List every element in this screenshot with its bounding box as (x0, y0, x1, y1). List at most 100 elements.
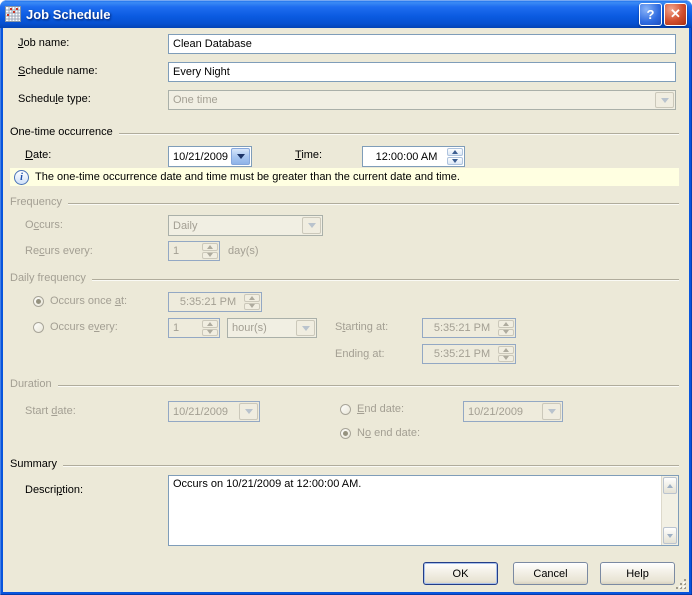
ending-at-spinner: 5:35:21 PM (422, 344, 516, 364)
schedule-type-value: One time (169, 91, 654, 109)
job-schedule-dialog: Job Schedule ? ✕ Job name: Schedule name… (0, 0, 692, 595)
date-value: 10/21/2009 (169, 147, 230, 166)
resize-grip-icon[interactable] (674, 577, 687, 590)
description-text: Occurs on 10/21/2009 at 12:00:00 AM. (169, 476, 661, 545)
scroll-up-icon[interactable] (663, 477, 677, 494)
ending-at-label: Ending at: (335, 348, 385, 360)
group-divider (119, 133, 679, 134)
spinner (498, 346, 514, 362)
job-name-label: Job name: (18, 37, 69, 49)
schedule-type-label: Schedule type: (18, 93, 91, 105)
group-label: Daily frequency (10, 272, 86, 284)
schedule-name-input[interactable] (168, 62, 676, 82)
spinner (202, 320, 218, 336)
end-date-picker: 10/21/2009 (463, 401, 563, 422)
date-picker[interactable]: 10/21/2009 (168, 146, 252, 167)
description-label: Description: (25, 484, 83, 496)
description-box[interactable]: Occurs on 10/21/2009 at 12:00:00 AM. (168, 475, 679, 546)
group-label: Duration (10, 378, 52, 390)
spinner-down-icon (202, 329, 218, 337)
spinner (498, 320, 514, 336)
occurs-once-radio (33, 296, 44, 307)
spinner-down-icon[interactable] (447, 157, 463, 165)
spinner-down-icon (244, 303, 260, 311)
group-label: Summary (10, 458, 57, 470)
occurs-every-value: 1 (169, 319, 201, 337)
spinner-down-icon (202, 252, 218, 260)
no-end-date-radio (340, 428, 351, 439)
help-button[interactable]: ? (639, 3, 662, 26)
start-date-value: 10/21/2009 (169, 402, 238, 421)
date-label: Date: (25, 149, 51, 161)
spinner-down-icon (498, 355, 514, 363)
spinner (244, 294, 260, 310)
occurs-combo: Daily (168, 215, 323, 236)
spinner-up-icon (202, 243, 218, 251)
job-name-input[interactable] (168, 34, 676, 54)
group-divider (58, 385, 679, 386)
chevron-down-icon (239, 403, 258, 420)
starting-at-label: Starting at: (335, 321, 388, 333)
time-label: Time: (295, 149, 322, 161)
start-date-picker: 10/21/2009 (168, 401, 260, 422)
occurs-every-radio (33, 322, 44, 333)
recurs-every-label: Recurs every: (25, 245, 93, 257)
occurs-label: Occurs: (25, 219, 63, 231)
titlebar[interactable]: Job Schedule ? ✕ (0, 0, 692, 28)
spinner (447, 148, 463, 165)
group-label: Frequency (10, 196, 62, 208)
cancel-button[interactable]: Cancel (513, 562, 588, 585)
help-button-bottom[interactable]: Help (600, 562, 675, 585)
occurs-every-label: Occurs every: (50, 321, 118, 333)
occurs-once-time-spinner: 5:35:21 PM (168, 292, 262, 312)
close-button[interactable]: ✕ (664, 3, 687, 26)
close-icon: ✕ (670, 6, 681, 22)
spinner-up-icon[interactable] (447, 148, 463, 156)
group-divider (68, 203, 679, 204)
help-icon: ? (647, 7, 655, 22)
ok-button[interactable]: OK (423, 562, 498, 585)
window-title: Job Schedule (26, 7, 637, 22)
group-divider (63, 465, 679, 466)
spinner-up-icon (498, 320, 514, 328)
info-icon: i (14, 170, 29, 185)
scroll-down-icon[interactable] (663, 527, 677, 544)
schedule-type-combo: One time (168, 90, 676, 110)
chevron-down-icon (302, 217, 321, 234)
end-date-label: End date: (357, 403, 404, 415)
chevron-down-icon (542, 403, 561, 420)
info-bar: i The one-time occurrence date and time … (10, 168, 679, 186)
info-text: The one-time occurrence date and time mu… (35, 171, 460, 183)
end-date-radio (340, 404, 351, 415)
chevron-down-icon (296, 320, 315, 336)
starting-at-spinner: 5:35:21 PM (422, 318, 516, 338)
recurs-every-value: 1 (169, 242, 201, 260)
group-one-time-occurrence: One-time occurrence (10, 126, 679, 138)
time-spinner[interactable]: 12:00:00 AM (362, 146, 465, 167)
schedule-icon (5, 6, 21, 22)
spinner-down-icon (498, 329, 514, 337)
chevron-down-icon (655, 92, 674, 108)
group-frequency: Frequency (10, 196, 679, 208)
spinner-up-icon (202, 320, 218, 328)
group-summary: Summary (10, 458, 679, 470)
spinner-up-icon (498, 346, 514, 354)
starting-at-value: 5:35:21 PM (423, 319, 497, 337)
group-duration: Duration (10, 378, 679, 390)
recurs-unit-label: day(s) (228, 245, 259, 257)
ending-at-value: 5:35:21 PM (423, 345, 497, 363)
group-daily-frequency: Daily frequency (10, 272, 679, 284)
spinner-up-icon (244, 294, 260, 302)
group-label: One-time occurrence (10, 126, 113, 138)
dialog-body: Job name: Schedule name: Schedule type: … (3, 28, 689, 592)
occurs-every-unit-combo: hour(s) (227, 318, 317, 338)
occurs-every-value-spinner: 1 (168, 318, 220, 338)
occurs-value: Daily (169, 216, 301, 235)
schedule-name-label: Schedule name: (18, 65, 98, 77)
occurs-every-unit-value: hour(s) (228, 319, 295, 337)
time-value: 12:00:00 AM (363, 147, 446, 166)
end-date-value: 10/21/2009 (464, 402, 541, 421)
chevron-down-icon[interactable] (231, 148, 250, 165)
start-date-label: Start date: (25, 405, 76, 417)
description-scrollbar[interactable] (661, 476, 678, 545)
